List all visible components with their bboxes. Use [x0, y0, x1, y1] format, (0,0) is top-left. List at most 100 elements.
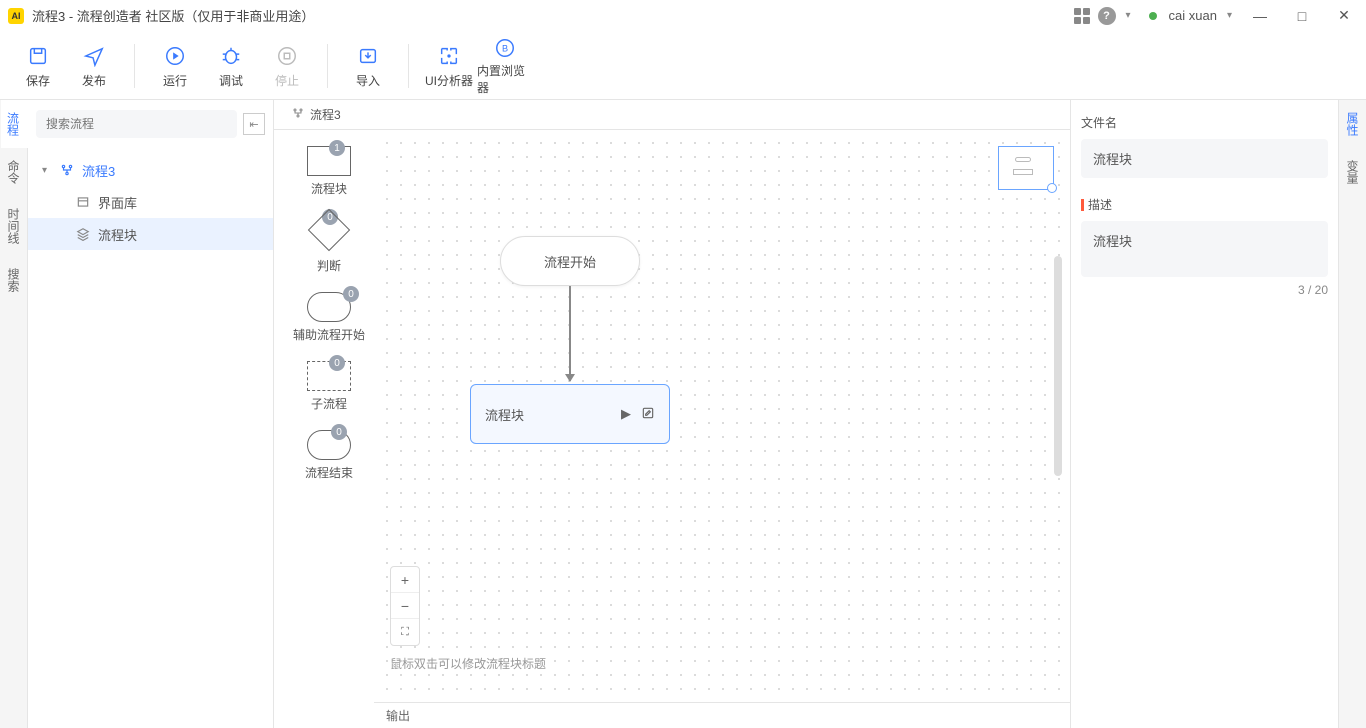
- edit-icon[interactable]: [641, 406, 655, 423]
- filename-label: 文件名: [1081, 114, 1117, 131]
- canvas-scrollbar[interactable]: [1054, 256, 1062, 476]
- tree-root-label: 流程3: [82, 161, 115, 180]
- filename-field[interactable]: 流程块: [1081, 139, 1328, 178]
- flow-canvas[interactable]: 流程开始 流程块 ▶ + − ⛶: [380, 136, 1064, 696]
- tab-variables[interactable]: 变量: [1340, 148, 1365, 196]
- save-icon: [27, 42, 49, 70]
- expand-icon: ▾: [42, 165, 52, 176]
- output-label: 输出: [386, 707, 410, 724]
- window-title: 流程3 - 流程创造者 社区版（仅用于非商业用途）: [32, 6, 314, 25]
- analyzer-button[interactable]: UI分析器: [421, 36, 477, 96]
- block-node[interactable]: 流程块 ▶: [470, 384, 670, 444]
- fit-screen-button[interactable]: ⛶: [391, 619, 419, 645]
- palette-aux-start[interactable]: 0 辅助流程开始: [293, 292, 365, 343]
- tree-item-block[interactable]: 流程块: [28, 218, 273, 250]
- left-rail: 流程 命令 时间线 搜索: [0, 100, 28, 728]
- palette-badge: 1: [329, 140, 345, 156]
- palette-subflow[interactable]: 0 子流程: [307, 361, 351, 412]
- browser-label: 内置浏览器: [477, 62, 533, 96]
- app-logo-icon: AI: [8, 8, 24, 24]
- import-button[interactable]: 导入: [340, 36, 396, 96]
- play-icon[interactable]: ▶: [621, 406, 631, 423]
- tab-timeline[interactable]: 时间线: [1, 196, 26, 256]
- flow-icon: [60, 163, 74, 177]
- zoom-in-button[interactable]: +: [391, 567, 419, 593]
- help-chevron-icon: ▾: [1126, 10, 1131, 21]
- svg-text:B: B: [502, 43, 508, 53]
- save-label: 保存: [26, 72, 50, 89]
- editor-tabbar: 流程3: [274, 100, 1070, 130]
- editor-tab[interactable]: 流程3: [282, 100, 351, 129]
- layers-icon: [76, 227, 90, 241]
- editor-tab-label: 流程3: [310, 106, 341, 123]
- connector-arrow[interactable]: [569, 286, 571, 381]
- node-palette: 1 流程块 0 判断 0 辅助流程开始 0 子流程: [284, 130, 374, 728]
- tree-root[interactable]: ▾ 流程3: [28, 154, 273, 186]
- tab-search[interactable]: 搜索: [1, 256, 26, 304]
- collapse-tree-button[interactable]: ⇤: [243, 113, 265, 135]
- flow-tree-panel: ⇤ ▾ 流程3 界面库 流程块: [28, 100, 274, 728]
- library-icon: [76, 195, 90, 209]
- minimap[interactable]: [998, 146, 1054, 190]
- palette-badge: 0: [331, 424, 347, 440]
- properties-panel: 文件名 流程块 描述 流程块 3 / 20: [1070, 100, 1338, 728]
- publish-button[interactable]: 发布: [66, 36, 122, 96]
- tab-command[interactable]: 命令: [1, 148, 26, 196]
- palette-label: 辅助流程开始: [293, 326, 365, 343]
- palette-decision[interactable]: 0 判断: [314, 215, 344, 274]
- analyzer-icon: [438, 42, 460, 70]
- debug-label: 调试: [219, 72, 243, 89]
- zoom-controls: + − ⛶: [390, 566, 420, 646]
- import-icon: [357, 42, 379, 70]
- zoom-out-button[interactable]: −: [391, 593, 419, 619]
- canvas-hint: 鼠标双击可以修改流程块标题: [390, 655, 546, 672]
- tree-item-label: 流程块: [98, 225, 137, 244]
- block-node-label: 流程块: [485, 405, 524, 424]
- start-node[interactable]: 流程开始: [500, 236, 640, 286]
- desc-field[interactable]: 流程块: [1081, 221, 1328, 277]
- palette-label: 判断: [317, 257, 341, 274]
- start-node-label: 流程开始: [544, 252, 596, 271]
- toolbar: 保存 发布 运行 调试 停止 导入 UI分析器 B 内置浏览器: [0, 32, 1366, 100]
- stop-icon: [276, 42, 298, 70]
- flow-tab-icon: [292, 107, 304, 122]
- debug-icon: [220, 42, 242, 70]
- analyzer-label: UI分析器: [425, 72, 473, 89]
- stop-label: 停止: [275, 72, 299, 89]
- diamond-icon: [308, 209, 350, 251]
- right-rail: 属性 变量: [1338, 100, 1366, 728]
- debug-button[interactable]: 调试: [203, 36, 259, 96]
- save-button[interactable]: 保存: [10, 36, 66, 96]
- username[interactable]: cai xuan: [1169, 8, 1217, 23]
- palette-label: 流程结束: [305, 464, 353, 481]
- tab-properties[interactable]: 属性: [1340, 100, 1365, 148]
- run-button[interactable]: 运行: [147, 36, 203, 96]
- palette-end[interactable]: 0 流程结束: [305, 430, 353, 481]
- maximize-button[interactable]: □: [1288, 2, 1316, 30]
- titlebar: AI 流程3 - 流程创造者 社区版（仅用于非商业用途） ? ▾ cai xua…: [0, 0, 1366, 32]
- user-chevron-icon: ▾: [1227, 10, 1232, 21]
- publish-label: 发布: [82, 72, 106, 89]
- palette-label: 子流程: [311, 395, 347, 412]
- char-counter: 3 / 20: [1081, 283, 1328, 297]
- help-icon[interactable]: ?: [1098, 7, 1116, 25]
- run-label: 运行: [163, 72, 187, 89]
- close-button[interactable]: ✕: [1330, 2, 1358, 30]
- palette-badge: 0: [343, 286, 359, 302]
- minimize-button[interactable]: —: [1246, 2, 1274, 30]
- tree-item-library[interactable]: 界面库: [28, 186, 273, 218]
- palette-badge: 0: [329, 355, 345, 371]
- palette-block[interactable]: 1 流程块: [307, 146, 351, 197]
- stop-button: 停止: [259, 36, 315, 96]
- desc-label: 描述: [1088, 196, 1112, 213]
- user-status-icon: [1149, 12, 1157, 20]
- run-icon: [164, 42, 186, 70]
- publish-icon: [83, 42, 105, 70]
- tab-flow[interactable]: 流程: [1, 100, 28, 148]
- search-input[interactable]: [36, 110, 237, 138]
- tree-item-label: 界面库: [98, 193, 137, 212]
- palette-label: 流程块: [311, 180, 347, 197]
- browser-button[interactable]: B 内置浏览器: [477, 36, 533, 96]
- output-bar[interactable]: 输出: [374, 702, 1070, 728]
- apps-icon[interactable]: [1074, 8, 1090, 24]
